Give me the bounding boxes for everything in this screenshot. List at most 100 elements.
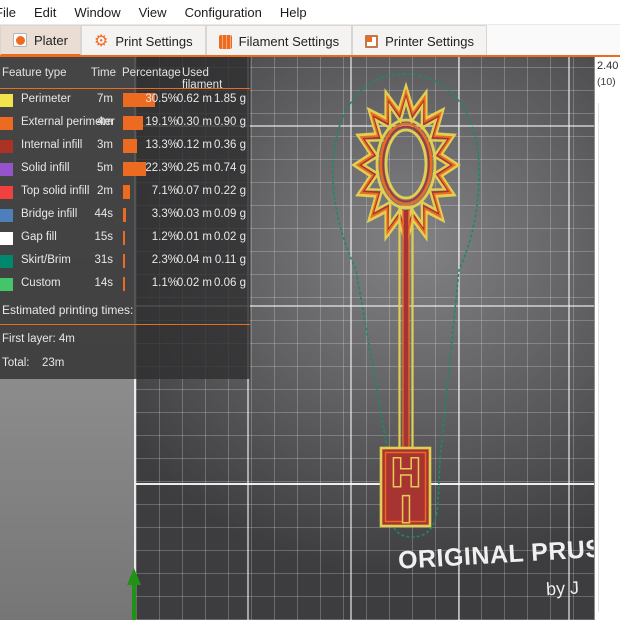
feature-color-swatch (0, 94, 13, 107)
table-row: Bridge infill 44s 3.3% 0.03 m 0.09 g (0, 204, 250, 227)
table-row: Skirt/Brim 31s 2.3% 0.04 m 0.11 g (0, 250, 250, 273)
filament-weight: 1.85 g (214, 93, 246, 105)
layer-slider[interactable]: 2.40 (10) (594, 57, 620, 620)
feature-time: 2m (97, 185, 113, 197)
3d-viewport[interactable]: ORIGINAL PRUSA by J H I Feature type Tim… (0, 57, 620, 620)
bed-gridline (350, 57, 352, 620)
tab-bar: Plater ⚙ Print Settings Filament Setting… (0, 25, 620, 57)
feature-color-swatch (0, 186, 13, 199)
filament-length: 0.04 m (176, 254, 212, 266)
bed-gridline (136, 483, 594, 485)
tab-filament-settings[interactable]: Filament Settings (205, 25, 353, 57)
table-row: Custom 14s 1.1% 0.02 m 0.06 g (0, 273, 250, 296)
filament-weight: 0.74 g (214, 162, 246, 174)
feature-time: 4m (97, 116, 113, 128)
col-feature-type: Feature type (2, 67, 67, 79)
feature-color-swatch (0, 232, 13, 245)
tab-printer-settings-label: Printer Settings (385, 34, 474, 49)
table-row: Gap fill 15s 1.2% 0.01 m 0.02 g (0, 227, 250, 250)
feature-time: 5m (97, 162, 113, 174)
first-layer-time: First layer: 4m (2, 333, 75, 345)
layer-z-height: 2.40 (597, 60, 619, 72)
filament-weight: 0.90 g (214, 116, 246, 128)
table-row: Internal infill 3m 13.3% 0.12 m 0.36 g (0, 135, 250, 158)
legend-rows: Perimeter 7m 30.5% 0.62 m 1.85 g External per… (0, 89, 250, 296)
table-row: Top solid infill 2m 7.1% 0.07 m 0.22 g (0, 181, 250, 204)
y-axis-arrow (127, 568, 141, 620)
feature-color-swatch (0, 117, 13, 130)
menu-item-help[interactable]: Help (280, 5, 307, 20)
feature-time: 44s (94, 208, 113, 220)
feature-label: Perimeter (21, 93, 71, 105)
feature-label: Solid infill (21, 162, 70, 174)
feature-label: Top solid infill (21, 185, 90, 197)
first-layer-value: 4m (58, 333, 75, 345)
legend-header: Feature type Time Percentage Used filame… (0, 57, 250, 91)
table-row: External perimeter 4m 19.1% 0.30 m 0.90 g (0, 112, 250, 135)
filament-length: 0.30 m (176, 116, 212, 128)
col-time: Time (90, 67, 116, 79)
menu-bar: File Edit Window View Configuration Help (0, 0, 620, 25)
printer-icon (365, 35, 379, 48)
feature-time: 7m (97, 93, 113, 105)
filament-weight: 0.36 g (214, 139, 246, 151)
percentage-bar (123, 254, 126, 268)
feature-time: 31s (94, 254, 113, 266)
filament-length: 0.03 m (176, 208, 212, 220)
tab-print-settings-label: Print Settings (115, 34, 193, 49)
feature-time: 3m (97, 139, 113, 151)
menu-item-view[interactable]: View (139, 5, 167, 20)
filament-spool-icon (218, 34, 232, 49)
table-row: Solid infill 5m 22.3% 0.25 m 0.74 g (0, 158, 250, 181)
tab-print-settings[interactable]: ⚙ Print Settings (80, 25, 206, 57)
filament-length: 0.62 m (176, 93, 212, 105)
menu-item-configuration[interactable]: Configuration (185, 5, 262, 20)
tab-printer-settings[interactable]: Printer Settings (352, 25, 487, 57)
feature-color-swatch (0, 163, 13, 176)
table-row: Perimeter 7m 30.5% 0.62 m 1.85 g (0, 89, 250, 112)
feature-percentage: 30.5% (145, 93, 178, 105)
filament-weight: 0.06 g (214, 277, 246, 289)
feature-label: Skirt/Brim (21, 254, 71, 266)
percentage-bar (123, 139, 137, 153)
tab-plater[interactable]: Plater (0, 25, 81, 57)
feature-label: Bridge infill (21, 208, 78, 220)
percentage-bar (123, 277, 125, 291)
feature-time: 14s (94, 277, 113, 289)
feature-color-swatch (0, 140, 13, 153)
feature-label: Custom (21, 277, 61, 289)
legend-panel: Feature type Time Percentage Used filame… (0, 57, 250, 379)
feature-color-swatch (0, 255, 13, 268)
feature-percentage: 1.1% (151, 277, 178, 289)
feature-percentage: 22.3% (145, 162, 178, 174)
feature-percentage: 1.2% (151, 231, 178, 243)
tab-plater-label: Plater (34, 32, 68, 48)
feature-percentage: 7.1% (151, 185, 178, 197)
tab-filament-settings-label: Filament Settings (238, 34, 340, 49)
slider-groove[interactable] (598, 103, 599, 612)
menu-item-edit[interactable]: Edit (34, 5, 56, 20)
filament-weight: 0.02 g (214, 231, 246, 243)
layer-number: (10) (597, 76, 616, 88)
gear-icon: ⚙ (93, 32, 109, 50)
feature-label: Internal infill (21, 139, 83, 151)
plater-icon (13, 33, 27, 47)
menu-item-window[interactable]: Window (74, 5, 120, 20)
col-percentage: Percentage (122, 67, 181, 79)
estimated-times-title: Estimated printing times: (2, 303, 134, 317)
feature-color-swatch (0, 209, 13, 222)
filament-weight: 0.09 g (214, 208, 246, 220)
filament-length: 0.25 m (176, 162, 212, 174)
bed-byline-text: by J (545, 577, 580, 600)
first-layer-label: First layer: (2, 333, 56, 345)
percentage-bar (123, 231, 125, 245)
feature-percentage: 13.3% (145, 139, 178, 151)
total-time-label: Total: (2, 357, 30, 369)
filament-length: 0.02 m (176, 277, 212, 289)
filament-weight: 0.22 g (214, 185, 246, 197)
percentage-bar (123, 208, 127, 222)
feature-label: Gap fill (21, 231, 57, 243)
feature-percentage: 19.1% (145, 116, 178, 128)
filament-length: 0.12 m (176, 139, 212, 151)
menu-item-file[interactable]: File (0, 5, 16, 20)
